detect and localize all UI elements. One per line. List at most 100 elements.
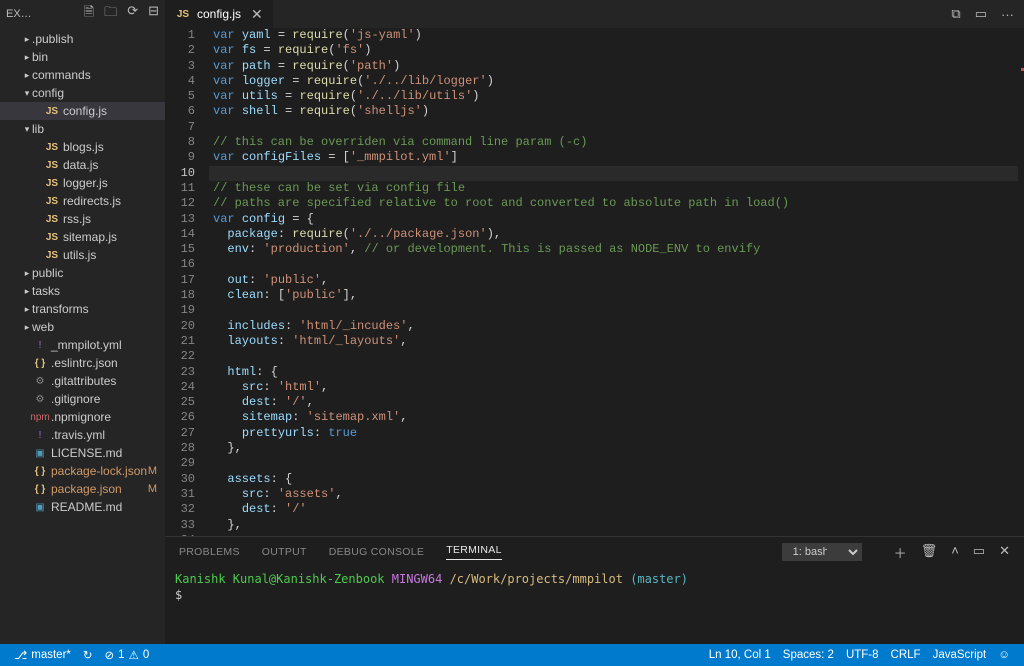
branch-icon: ⎇ bbox=[14, 648, 27, 662]
status-cursor[interactable]: Ln 10, Col 1 bbox=[703, 644, 777, 666]
file-LICENSE.md[interactable]: ▣LICENSE.md bbox=[0, 444, 165, 462]
folder-commands[interactable]: ▸commands bbox=[0, 66, 165, 84]
code-line[interactable]: layouts: 'html/_layouts', bbox=[209, 334, 1018, 349]
code-line[interactable]: var configFiles = ['_mmpilot.yml'] bbox=[209, 150, 1018, 165]
close-icon[interactable]: ✕ bbox=[251, 6, 263, 23]
code-line[interactable] bbox=[209, 303, 1018, 318]
terminal-select[interactable]: 1: bash bbox=[782, 543, 862, 561]
code-line[interactable]: out: 'public', bbox=[209, 273, 1018, 288]
code-line[interactable] bbox=[209, 456, 1018, 471]
maximize-panel-icon[interactable]: ▭ bbox=[973, 543, 985, 562]
code-line[interactable] bbox=[209, 120, 1018, 135]
tree-label: web bbox=[32, 320, 54, 334]
code-line[interactable]: }, bbox=[209, 441, 1018, 456]
status-eol[interactable]: CRLF bbox=[885, 644, 927, 666]
folder-web[interactable]: ▸web bbox=[0, 318, 165, 336]
status-sync[interactable]: ↻ bbox=[77, 644, 99, 666]
code-line[interactable]: html: { bbox=[209, 365, 1018, 380]
code-line[interactable]: dest: '/' bbox=[209, 502, 1018, 517]
file-blogs.js[interactable]: JSblogs.js bbox=[0, 138, 165, 156]
code-line[interactable]: }, bbox=[209, 518, 1018, 533]
code-line[interactable]: var utils = require('./../lib/utils') bbox=[209, 89, 1018, 104]
code-line[interactable]: // these can be set via config file bbox=[209, 181, 1018, 196]
tab-debug-console[interactable]: DEBUG CONSOLE bbox=[329, 546, 425, 558]
code-line[interactable]: clean: ['public'], bbox=[209, 288, 1018, 303]
file-sitemap.js[interactable]: JSsitemap.js bbox=[0, 228, 165, 246]
folder-lib[interactable]: ▾lib bbox=[0, 120, 165, 138]
close-panel-icon[interactable]: ✕ bbox=[999, 543, 1010, 562]
code-line[interactable]: var path = require('path') bbox=[209, 59, 1018, 74]
chevron-icon: ▾ bbox=[22, 124, 32, 135]
tab-config-js[interactable]: JS config.js ✕ bbox=[165, 0, 274, 28]
tab-problems[interactable]: PROBLEMS bbox=[179, 546, 240, 558]
code-line[interactable]: var logger = require('./../lib/logger') bbox=[209, 74, 1018, 89]
terminal-body[interactable]: Kanishk Kunal@Kanishk-Zenbook MINGW64 /c… bbox=[165, 567, 1024, 644]
collapse-all-icon[interactable]: ⊟ bbox=[148, 3, 159, 25]
minimap[interactable] bbox=[1018, 28, 1024, 536]
file-data.js[interactable]: JSdata.js bbox=[0, 156, 165, 174]
file-README.md[interactable]: ▣README.md bbox=[0, 498, 165, 516]
code-line[interactable]: // paths are specified relative to root … bbox=[209, 196, 1018, 211]
tree-label: .travis.yml bbox=[51, 428, 105, 442]
status-encoding[interactable]: UTF-8 bbox=[840, 644, 885, 666]
folder-transforms[interactable]: ▸transforms bbox=[0, 300, 165, 318]
code-line[interactable]: prettyurls: true bbox=[209, 426, 1018, 441]
tree-label: config.js bbox=[63, 104, 107, 118]
code-line[interactable]: assets: { bbox=[209, 472, 1018, 487]
file-.gitignore[interactable]: ⚙.gitignore bbox=[0, 390, 165, 408]
code-line[interactable]: sitemap: 'sitemap.xml', bbox=[209, 410, 1018, 425]
new-file-icon[interactable]: 🗎 bbox=[84, 3, 94, 25]
folder-.publish[interactable]: ▸.publish bbox=[0, 30, 165, 48]
tab-label: config.js bbox=[197, 7, 241, 21]
folder-bin[interactable]: ▸bin bbox=[0, 48, 165, 66]
status-problems[interactable]: ⊘ 1 ⚠ 0 bbox=[99, 644, 156, 666]
file-_mmpilot.yml[interactable]: !_mmpilot.yml bbox=[0, 336, 165, 354]
code-line[interactable]: // this can be overriden via command lin… bbox=[209, 135, 1018, 150]
file-rss.js[interactable]: JSrss.js bbox=[0, 210, 165, 228]
code-editor[interactable]: 1234567891011121314151617181920212223242… bbox=[165, 28, 1024, 536]
code-line[interactable]: var config = { bbox=[209, 212, 1018, 227]
file-logger.js[interactable]: JSlogger.js bbox=[0, 174, 165, 192]
code-line[interactable]: env: 'production', // or development. Th… bbox=[209, 242, 1018, 257]
folder-config[interactable]: ▾config bbox=[0, 84, 165, 102]
file-.eslintrc.json[interactable]: { }.eslintrc.json bbox=[0, 354, 165, 372]
refresh-icon[interactable]: ⟳ bbox=[127, 3, 138, 25]
code-line[interactable]: src: 'assets', bbox=[209, 487, 1018, 502]
code-line[interactable] bbox=[209, 166, 1018, 181]
status-spaces[interactable]: Spaces: 2 bbox=[777, 644, 840, 666]
file-package.json[interactable]: { }package.jsonM bbox=[0, 480, 165, 498]
status-branch[interactable]: ⎇ master* bbox=[8, 644, 77, 666]
new-folder-icon[interactable]: 🗀 bbox=[104, 3, 117, 25]
code-line[interactable]: src: 'html', bbox=[209, 380, 1018, 395]
code-line[interactable] bbox=[209, 257, 1018, 272]
file-config.js[interactable]: JSconfig.js bbox=[0, 102, 165, 120]
tab-terminal[interactable]: TERMINAL bbox=[446, 544, 502, 560]
code-line[interactable]: var shell = require('shelljs') bbox=[209, 104, 1018, 119]
code-line[interactable]: package: require('./../package.json'), bbox=[209, 227, 1018, 242]
code-line[interactable]: dest: '/', bbox=[209, 395, 1018, 410]
file-.travis.yml[interactable]: !.travis.yml bbox=[0, 426, 165, 444]
code-body[interactable]: var yaml = require('js-yaml')var fs = re… bbox=[209, 28, 1018, 536]
code-line[interactable]: var fs = require('fs') bbox=[209, 43, 1018, 58]
tab-output[interactable]: OUTPUT bbox=[262, 546, 307, 558]
tab-bar: JS config.js ✕ bbox=[165, 0, 274, 28]
status-feedback[interactable]: ☺ bbox=[992, 644, 1016, 666]
kill-terminal-icon[interactable]: 🗑 bbox=[921, 543, 938, 562]
more-actions-icon[interactable]: ··· bbox=[1001, 7, 1014, 22]
file-utils.js[interactable]: JSutils.js bbox=[0, 246, 165, 264]
panel-up-icon[interactable]: ˄ bbox=[951, 543, 959, 562]
tree-label: logger.js bbox=[63, 176, 108, 190]
editor-layout-icon[interactable]: ▭ bbox=[975, 6, 987, 22]
file-package-lock.json[interactable]: { }package-lock.jsonM bbox=[0, 462, 165, 480]
file-.npmignore[interactable]: npm.npmignore bbox=[0, 408, 165, 426]
folder-tasks[interactable]: ▸tasks bbox=[0, 282, 165, 300]
file-.gitattributes[interactable]: ⚙.gitattributes bbox=[0, 372, 165, 390]
status-language[interactable]: JavaScript bbox=[927, 644, 993, 666]
split-editor-icon[interactable]: ⧉ bbox=[951, 6, 960, 22]
code-line[interactable] bbox=[209, 349, 1018, 364]
new-terminal-icon[interactable]: ＋ bbox=[894, 543, 907, 562]
folder-public[interactable]: ▸public bbox=[0, 264, 165, 282]
code-line[interactable]: includes: 'html/_incudes', bbox=[209, 319, 1018, 334]
file-redirects.js[interactable]: JSredirects.js bbox=[0, 192, 165, 210]
code-line[interactable]: var yaml = require('js-yaml') bbox=[209, 28, 1018, 43]
